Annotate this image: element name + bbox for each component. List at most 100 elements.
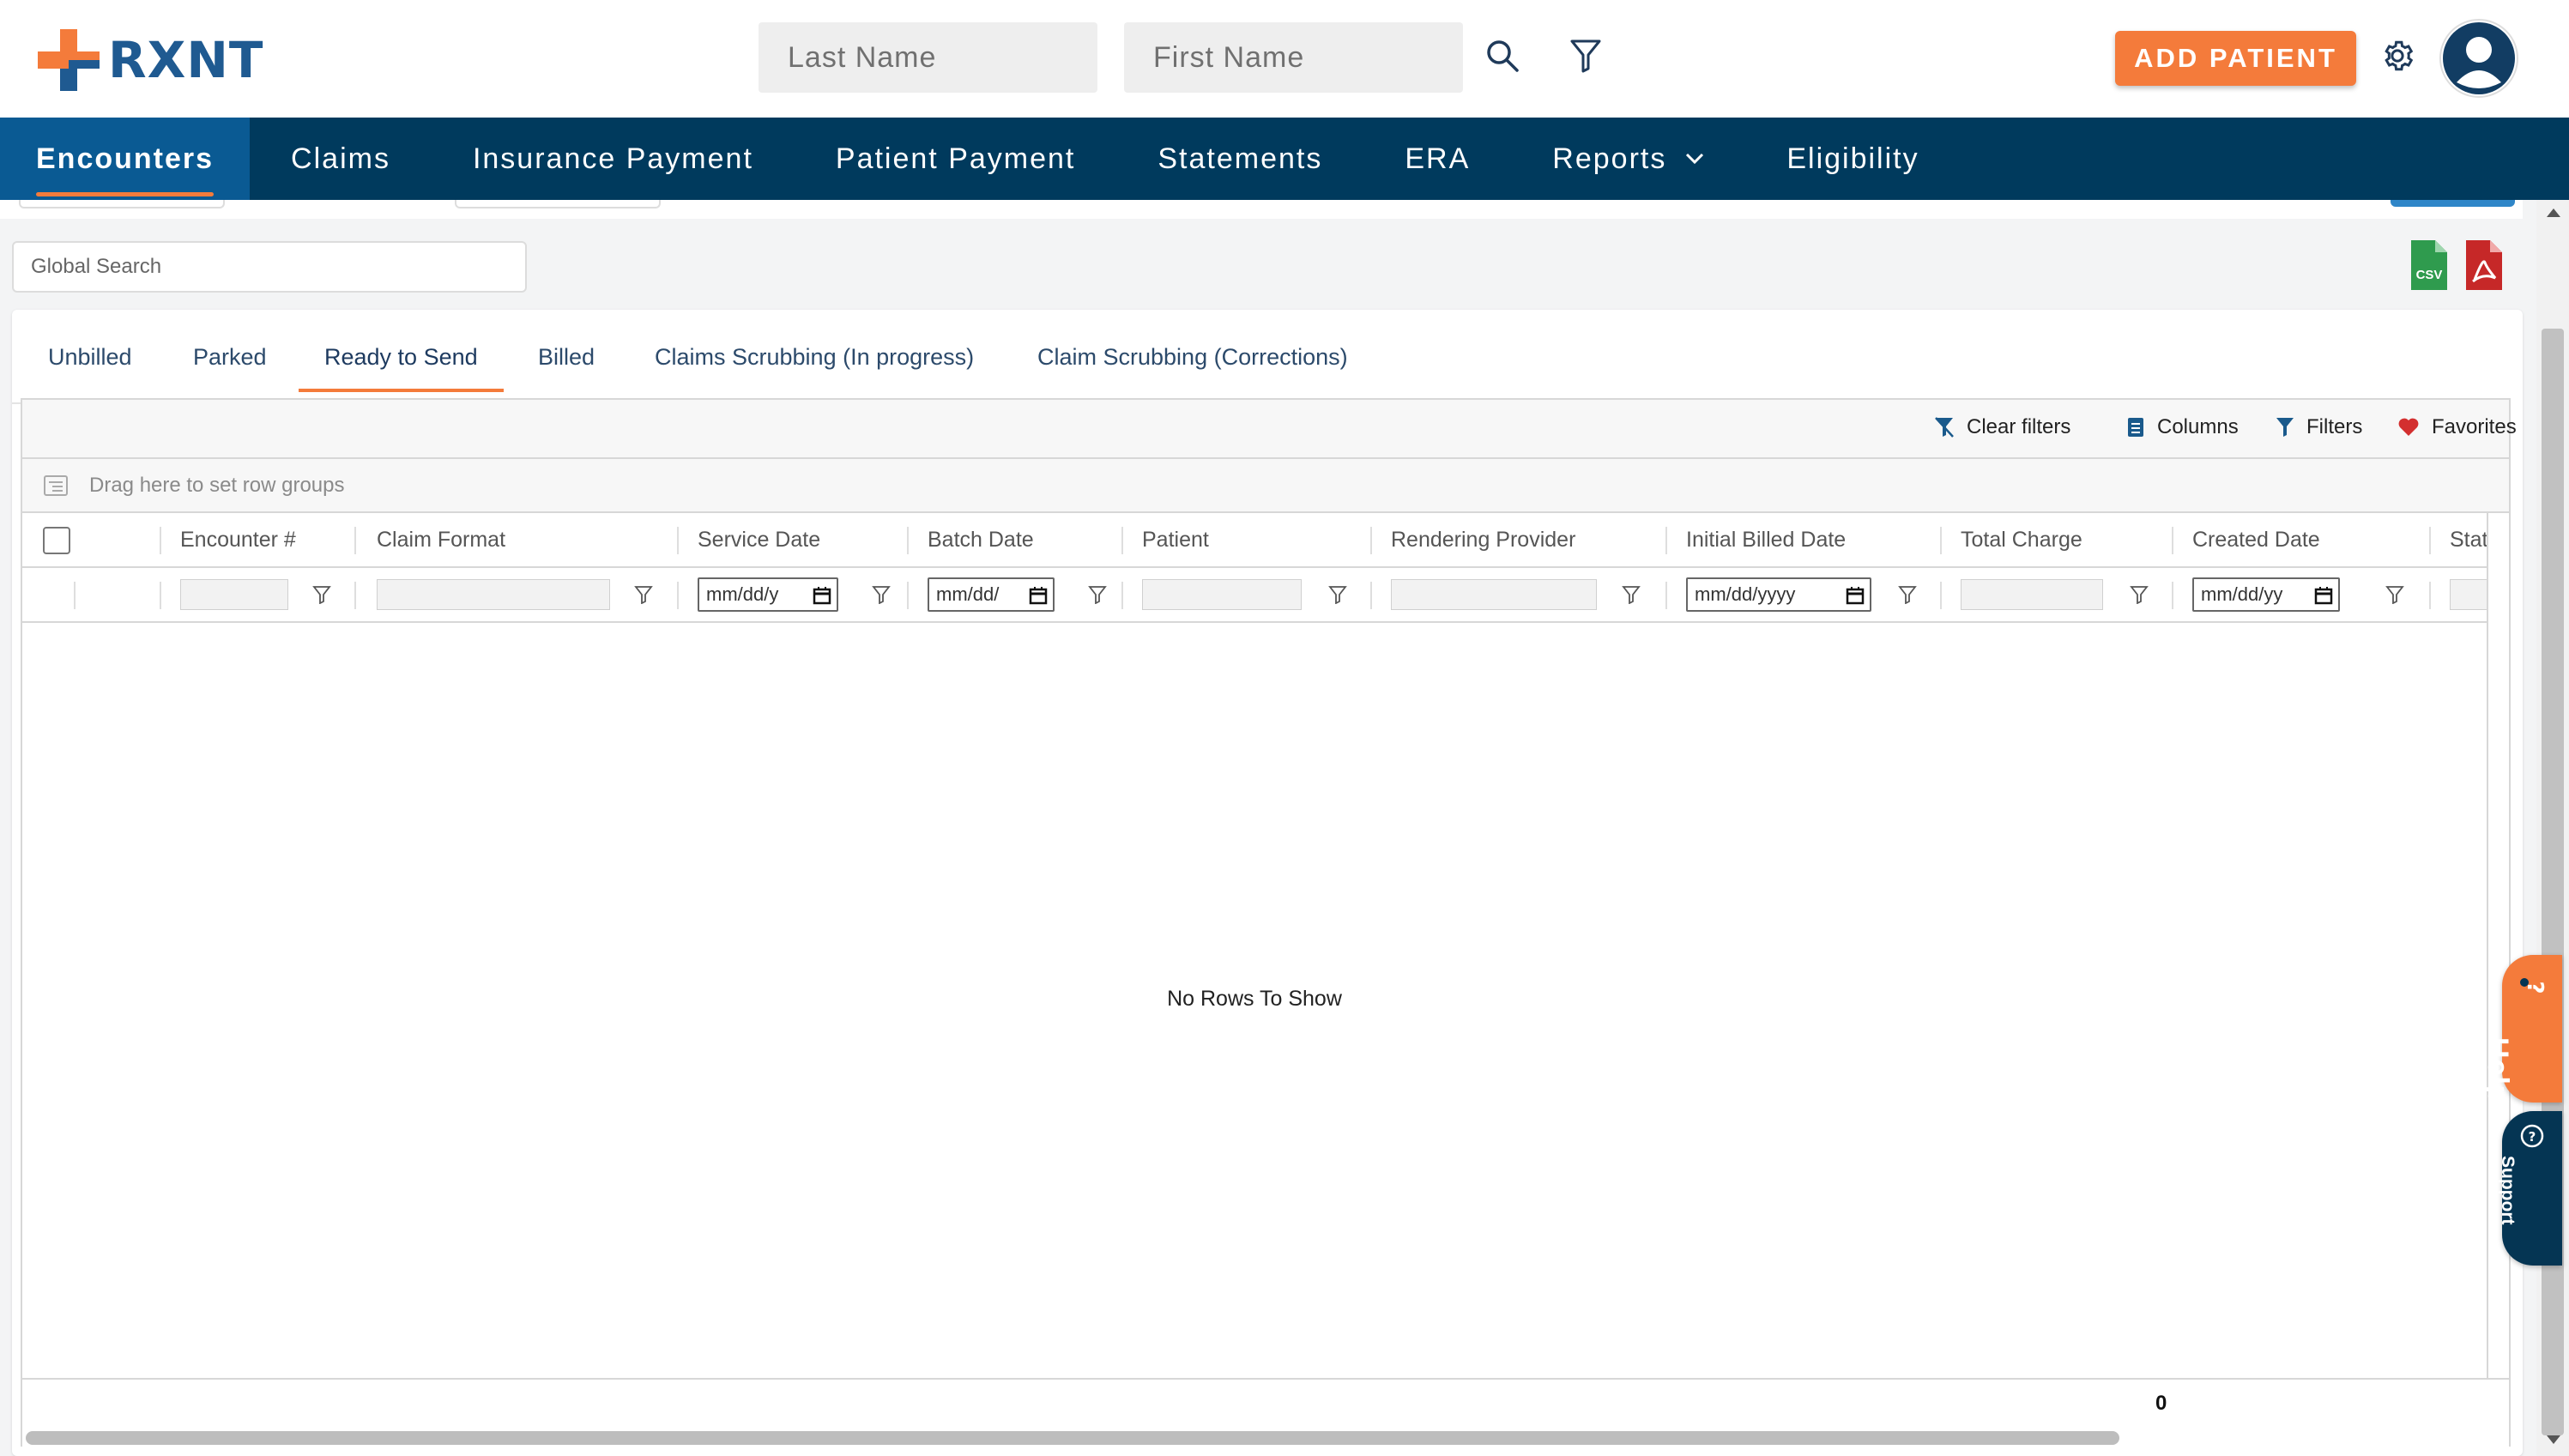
funnel-icon[interactable] — [2130, 585, 2149, 604]
support-tab[interactable]: ? Support — [2498, 1111, 2562, 1266]
date-placeholder: mm/dd/y — [706, 583, 779, 605]
column-separator — [1121, 582, 1123, 609]
last-name-input[interactable] — [759, 22, 1097, 93]
grid-horizontal-scrollbar[interactable] — [22, 1428, 2509, 1447]
batch-date-filter[interactable]: mm/dd/ — [928, 577, 1055, 612]
column-header-rendering-provider[interactable]: Rendering Provider — [1391, 513, 1575, 566]
column-header-claim-format[interactable]: Claim Format — [377, 513, 505, 566]
csv-icon[interactable]: CSV — [2408, 239, 2449, 292]
column-header-service-date[interactable]: Service Date — [698, 513, 820, 566]
column-header-total-charge[interactable]: Total Charge — [1961, 513, 2082, 566]
search-icon[interactable] — [1481, 34, 1524, 77]
column-separator — [2172, 582, 2173, 609]
funnel-icon[interactable] — [1088, 585, 1107, 604]
main-content: CSV Unbilled Parked Ready to Send Billed… — [0, 200, 2569, 1456]
calendar-icon[interactable] — [1846, 586, 1865, 605]
funnel-icon[interactable] — [312, 585, 331, 604]
funnel-icon[interactable] — [872, 585, 891, 604]
column-header-status[interactable]: Statu — [2450, 513, 2487, 566]
rxnt-logo[interactable]: RXNT — [38, 26, 263, 94]
select-all-checkbox[interactable] — [43, 527, 70, 554]
gear-icon[interactable] — [2376, 34, 2419, 77]
column-separator — [677, 582, 679, 609]
grid-body: No Rows To Show — [22, 623, 2487, 1378]
avatar[interactable] — [2439, 19, 2518, 98]
pdf-icon[interactable] — [2463, 239, 2504, 292]
service-date-filter[interactable]: mm/dd/y — [698, 577, 838, 612]
column-header-initial-billed-date[interactable]: Initial Billed Date — [1686, 513, 1846, 566]
calendar-icon[interactable] — [813, 586, 831, 605]
calendar-icon[interactable] — [1029, 586, 1048, 605]
tab-unbilled[interactable]: Unbilled — [48, 310, 132, 404]
total-charge-filter-input[interactable] — [1961, 579, 2103, 610]
rendering-provider-filter-input[interactable] — [1391, 579, 1597, 610]
scrollbar-thumb[interactable] — [26, 1431, 2119, 1445]
tab-billed[interactable]: Billed — [538, 310, 595, 404]
column-separator — [2172, 527, 2173, 554]
column-header-batch-date[interactable]: Batch Date — [928, 513, 1034, 566]
help-label: Help — [2481, 1037, 2514, 1104]
date-placeholder: mm/dd/ — [936, 583, 1000, 605]
first-name-input[interactable] — [1124, 22, 1463, 93]
calendar-icon[interactable] — [2314, 586, 2333, 605]
tab-label: Unbilled — [48, 343, 132, 370]
funnel-icon[interactable] — [1328, 585, 1347, 604]
initial-billed-date-filter[interactable]: mm/dd/yyyy — [1686, 577, 1871, 612]
nav-item-statements[interactable]: Statements — [1116, 118, 1363, 200]
column-header-encounter[interactable]: Encounter # — [180, 513, 296, 566]
column-separator — [74, 582, 76, 609]
favorites-button[interactable]: Favorites — [2397, 415, 2517, 439]
nav-label: Eligibility — [1786, 142, 1919, 175]
clear-filters-label: Clear filters — [1967, 415, 2071, 438]
grid-footer: 0 — [22, 1378, 2509, 1428]
add-patient-button[interactable]: ADD PATIENT — [2115, 31, 2356, 86]
global-search-input[interactable] — [12, 241, 527, 293]
created-date-filter[interactable]: mm/dd/yy — [2192, 577, 2340, 612]
row-group-drop-zone[interactable]: Drag here to set row groups — [22, 459, 2509, 513]
help-tab[interactable]: ? Help — [2481, 955, 2562, 1104]
nav-item-era[interactable]: ERA — [1363, 118, 1511, 200]
grid-toolbar: Clear filters Columns Filters Favorites — [22, 400, 2517, 459]
page-scrollbar-thumb[interactable] — [2542, 329, 2564, 1435]
tab-claims-scrubbing-in-progress[interactable]: Claims Scrubbing (In progress) — [655, 310, 974, 404]
tab-claim-scrubbing-corrections[interactable]: Claim Scrubbing (Corrections) — [1037, 310, 1348, 404]
column-header-patient[interactable]: Patient — [1142, 513, 1209, 566]
status-filter-input[interactable] — [2450, 579, 2487, 610]
filters-button[interactable]: Filters — [2276, 415, 2362, 439]
support-icon: ? — [2520, 1124, 2544, 1148]
svg-text:?: ? — [2522, 981, 2547, 994]
page-scrollbar[interactable] — [2536, 200, 2569, 1456]
patient-filter-input[interactable] — [1142, 579, 1302, 610]
clear-filters-button[interactable]: Clear filters — [1934, 415, 2070, 439]
tab-ready-to-send[interactable]: Ready to Send — [299, 310, 504, 404]
columns-button[interactable]: Columns — [2126, 415, 2239, 439]
nav-item-insurance-payment[interactable]: Insurance Payment — [432, 118, 795, 200]
nav-item-reports[interactable]: Reports — [1511, 118, 1745, 200]
active-tab-underline — [299, 389, 504, 392]
columns-icon — [2128, 418, 2143, 437]
funnel-icon[interactable] — [1622, 585, 1641, 604]
column-header-created-date[interactable]: Created Date — [2192, 513, 2320, 566]
funnel-icon[interactable] — [1564, 34, 1607, 77]
nav-label: Statements — [1158, 142, 1323, 175]
date-placeholder: mm/dd/yy — [2201, 583, 2283, 605]
nav-item-eligibility[interactable]: Eligibility — [1745, 118, 1960, 200]
nav-item-patient-payment[interactable]: Patient Payment — [795, 118, 1116, 200]
column-separator — [1370, 527, 1372, 554]
help-icon: ? — [2520, 978, 2547, 994]
column-separator — [1940, 582, 1942, 609]
funnel-icon[interactable] — [1898, 585, 1917, 604]
nav-item-encounters[interactable]: Encounters — [0, 118, 251, 200]
funnel-icon[interactable] — [2385, 585, 2404, 604]
claim-format-filter-input[interactable] — [377, 579, 610, 610]
heart-icon — [2398, 418, 2419, 436]
scroll-down-arrow[interactable] — [2547, 1435, 2560, 1444]
columns-label: Columns — [2157, 415, 2239, 438]
funnel-icon[interactable] — [634, 585, 653, 604]
tab-parked[interactable]: Parked — [193, 310, 267, 404]
nav-item-claims[interactable]: Claims — [250, 118, 432, 200]
active-tab-indicator — [36, 192, 215, 196]
scroll-up-arrow[interactable] — [2547, 208, 2560, 217]
total-charge-sum: 0 — [2155, 1392, 2167, 1415]
encounter-filter-input[interactable] — [180, 579, 288, 610]
